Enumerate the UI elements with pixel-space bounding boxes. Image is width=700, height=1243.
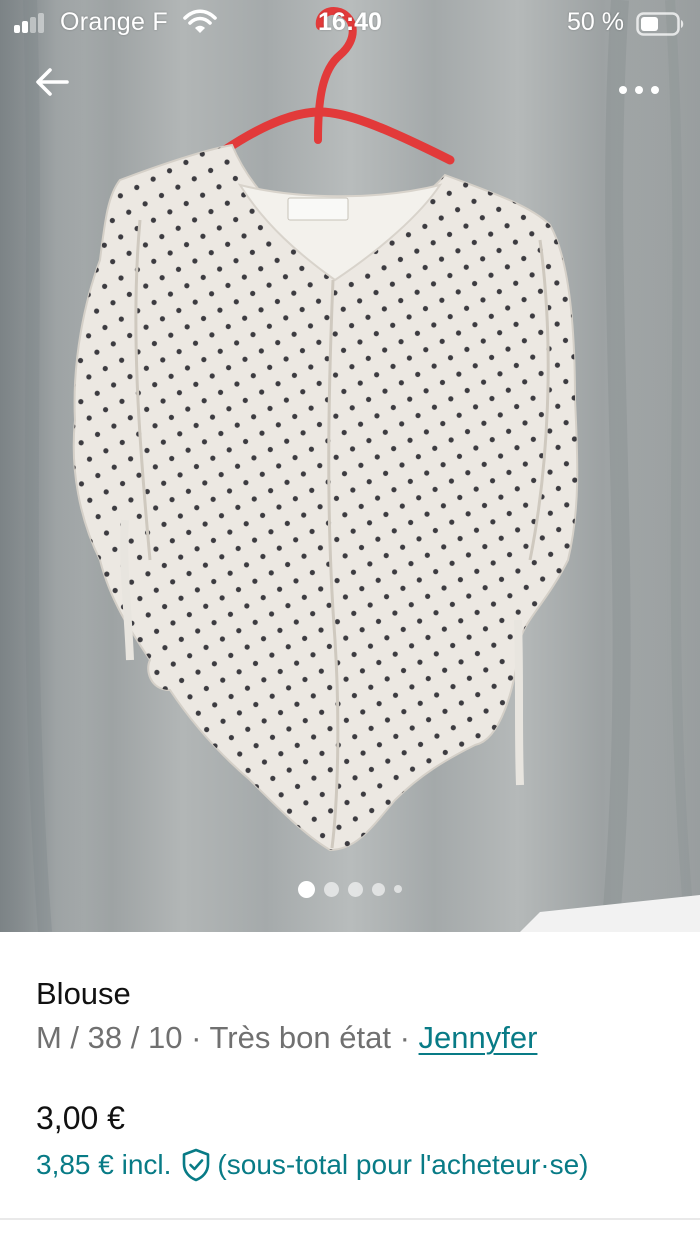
item-brand-link[interactable]: Jennyfer	[419, 1020, 538, 1055]
arrow-left-icon	[36, 68, 69, 96]
blouse-photo-illustration	[0, 0, 700, 932]
details-separator: ·	[390, 1020, 419, 1055]
pagination-dot[interactable]	[298, 880, 315, 898]
item-info-section: Blouse M / 38 / 10 · Très bon état · Jen…	[0, 932, 700, 1243]
item-condition: Très bon état	[209, 1020, 391, 1055]
battery-icon	[636, 12, 686, 36]
shield-check-icon	[183, 1148, 210, 1182]
battery-percentage: 50 %	[567, 8, 624, 36]
item-price: 3,00 €	[36, 1100, 125, 1136]
pagination-dot[interactable]	[348, 881, 363, 897]
price-with-protection[interactable]: 3,85 € incl. (sous-total pour l'acheteur…	[36, 1148, 589, 1182]
back-button[interactable]	[34, 66, 86, 114]
details-separator: ·	[182, 1020, 210, 1055]
photo-pagination-dots	[0, 879, 700, 899]
price-total-value: 3,85 € incl.	[36, 1149, 172, 1180]
item-size: M / 38 / 10	[36, 1020, 183, 1055]
price-total-note: (sous-total pour l'acheteur·se)	[217, 1149, 589, 1180]
more-horizontal-icon	[619, 86, 627, 94]
pagination-dot[interactable]	[324, 881, 339, 897]
section-divider	[0, 1218, 700, 1220]
pagination-dot[interactable]	[394, 885, 402, 893]
item-photo[interactable]: Orange F 16:40 50 %	[0, 0, 700, 932]
status-bar: Orange F 16:40 50 %	[0, 0, 700, 46]
more-options-button[interactable]	[606, 72, 672, 108]
item-title: Blouse	[36, 976, 131, 1011]
pagination-dot[interactable]	[372, 882, 385, 896]
item-details: M / 38 / 10 · Très bon état · Jennyfer	[36, 1020, 537, 1056]
